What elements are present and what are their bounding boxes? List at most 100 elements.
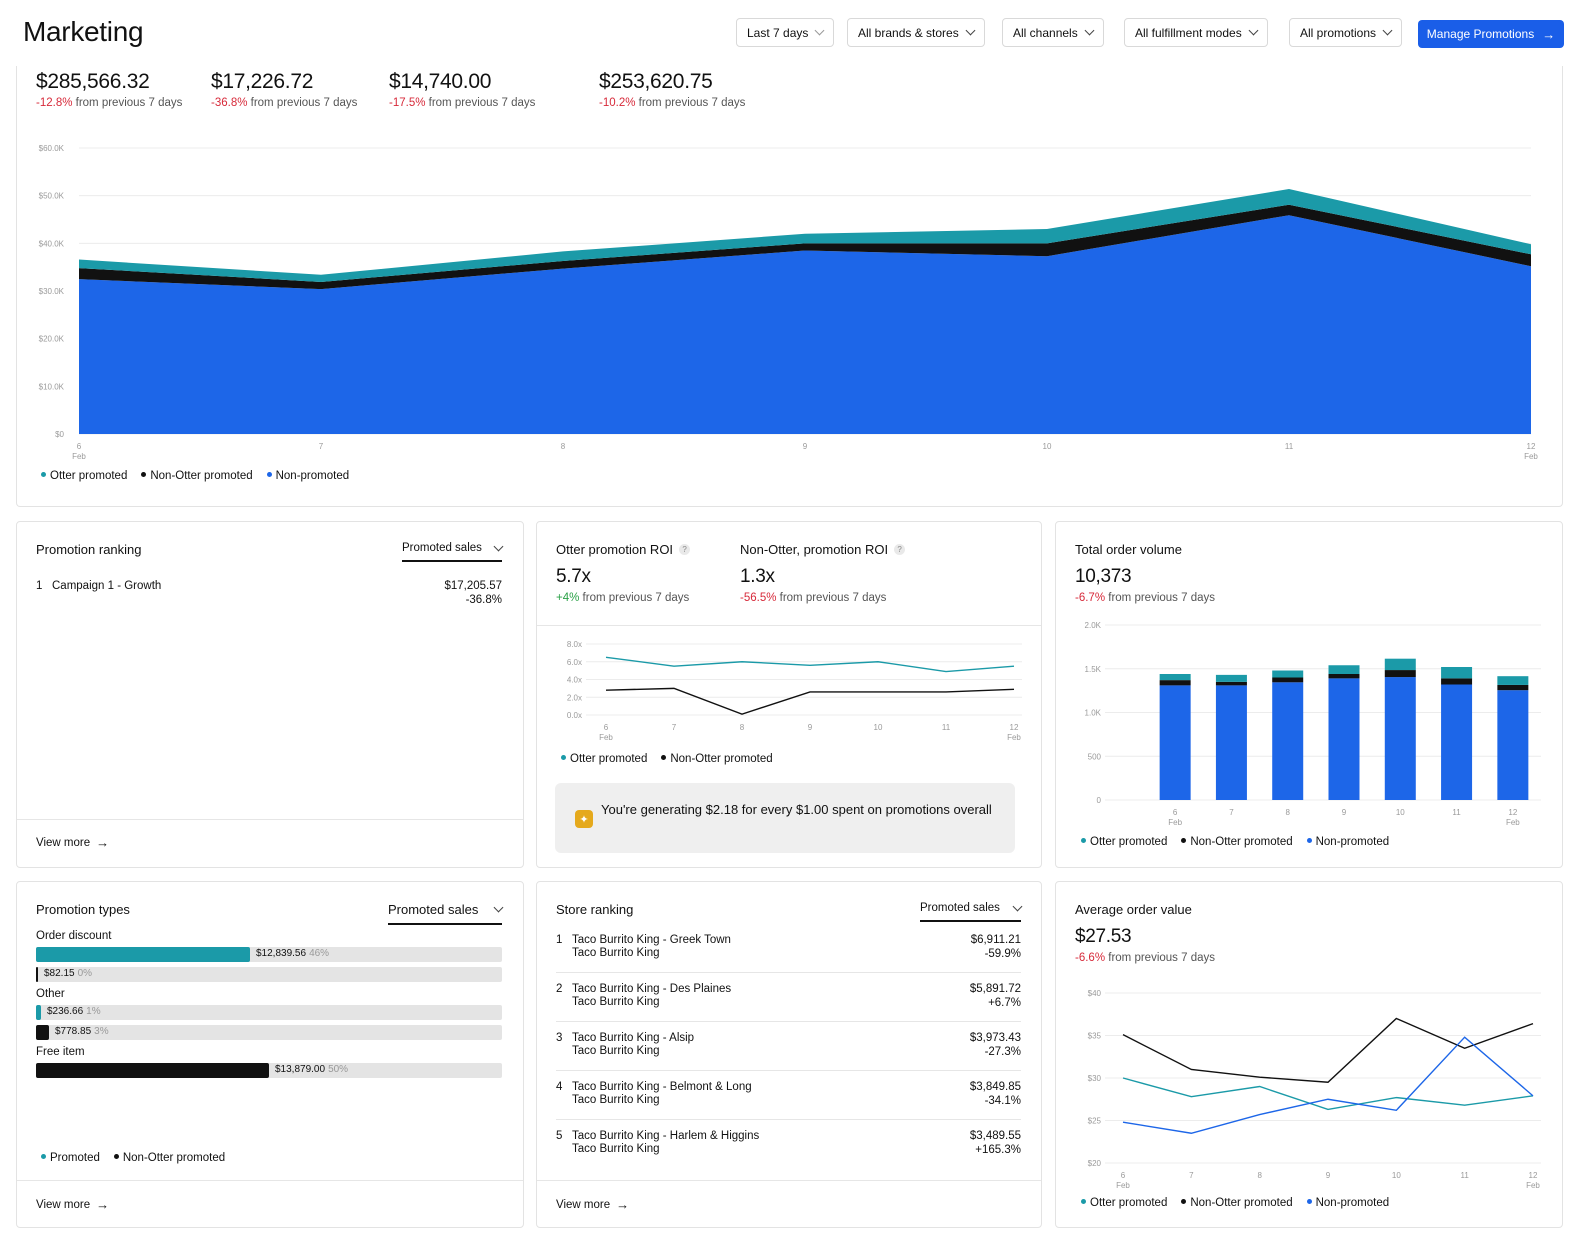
legend-promoted[interactable]: Promoted <box>41 1152 100 1164</box>
promo-type-bar-label: $82.15 0% <box>44 968 93 979</box>
bar-segment-non-otter-promoted <box>1328 674 1360 679</box>
store-ranking-sort-dropdown[interactable]: Promoted sales <box>920 901 1023 922</box>
x-tick-label: 7 <box>1189 1171 1194 1180</box>
otter-roi-change: +4% from previous 7 days <box>556 592 690 604</box>
divider <box>537 625 1041 626</box>
y-tick-label: $10.0K <box>39 382 65 391</box>
store-change: -34.1% <box>984 1095 1021 1107</box>
store-name[interactable]: Taco Burrito King - Harlem & Higgins <box>572 1130 759 1142</box>
chevron-down-icon <box>814 25 825 36</box>
brands-stores-filter[interactable]: All brands & stores <box>847 18 985 47</box>
store-name[interactable]: Taco Burrito King - Des Plaines <box>572 983 731 995</box>
promo-type-bar[interactable]: $778.85 3% <box>36 1025 502 1040</box>
channels-filter[interactable]: All channels <box>1002 18 1104 47</box>
bar-segment-otter-promoted <box>1384 658 1416 671</box>
divider <box>556 1021 1021 1022</box>
promotion-types-title: Promotion types <box>36 902 130 917</box>
sparkle-icon: ✦ <box>575 810 593 828</box>
bar-segment-otter-promoted <box>1159 674 1191 681</box>
x-tick-month-label: Feb <box>1007 733 1021 742</box>
promotion-ranking-view-more[interactable]: View more → <box>36 836 109 849</box>
promotions-filter[interactable]: All promotions <box>1289 18 1403 47</box>
x-tick-label: 11 <box>942 723 951 732</box>
store-value: $3,973.43 <box>969 1032 1021 1044</box>
legend-non-promoted[interactable]: Non-promoted <box>1306 836 1389 848</box>
promo-type-bar[interactable]: $236.66 1% <box>36 1005 502 1020</box>
promotion-ranking-card <box>16 521 524 868</box>
store-name[interactable]: Taco Burrito King - Alsip <box>572 1032 694 1044</box>
help-icon[interactable]: ? <box>679 544 691 556</box>
promotion-types-sort-dropdown[interactable]: Promoted sales <box>388 902 504 925</box>
arrow-right-icon: → <box>1542 26 1556 42</box>
y-tick-label: $60.0K <box>39 144 65 153</box>
date-range-filter[interactable]: Last 7 days <box>736 18 835 47</box>
help-icon[interactable]: ? <box>894 544 906 556</box>
bar-segment-otter-promoted <box>1441 667 1473 679</box>
legend-otter-promoted[interactable]: Otter promoted <box>1081 1197 1167 1209</box>
y-tick-label: 6.0x <box>567 658 582 667</box>
bar-segment-non-promoted <box>1215 685 1247 800</box>
x-tick-label: 7 <box>672 723 677 732</box>
store-ranking-title: Store ranking <box>556 902 634 917</box>
x-tick-label: 8 <box>740 723 745 732</box>
order-volume-bar-chart: 05001.0K1.5K2.0K6Feb7 8 9 10 11 12Feb <box>1085 621 1541 827</box>
x-tick-label: 6 <box>604 723 609 732</box>
y-tick-label: $40.0K <box>39 239 65 248</box>
promo-type-bar-fill <box>36 1025 49 1040</box>
store-name[interactable]: Taco Burrito King - Greek Town <box>572 934 731 946</box>
legend-non-otter-promoted[interactable]: Non-Otter promoted <box>1181 836 1293 848</box>
y-tick-label: $30 <box>1088 1074 1102 1083</box>
store-value: $6,911.21 <box>970 934 1021 946</box>
legend-non-otter-promoted[interactable]: Non-Otter promoted <box>141 470 253 482</box>
store-rank-number: 3 <box>556 1032 563 1044</box>
x-tick-label: 10 <box>874 723 883 732</box>
legend-non-promoted[interactable]: Non-promoted <box>1306 1197 1389 1209</box>
store-brand: Taco Burrito King <box>572 996 660 1008</box>
line-series-non-promoted <box>1122 1036 1534 1134</box>
store-name[interactable]: Taco Burrito King - Belmont & Long <box>572 1081 752 1093</box>
promo-type-bar[interactable]: $12,839.56 46% <box>36 947 502 962</box>
manage-promotions-button[interactable]: Manage Promotions → <box>1418 20 1564 48</box>
roi-line-chart: 0.0x2.0x4.0x6.0x8.0x6Feb7 8 9 10 11 12Feb <box>567 640 1022 742</box>
legend-otter-promoted[interactable]: Otter promoted <box>561 753 647 765</box>
store-brand: Taco Burrito King <box>572 1143 660 1155</box>
legend-non-otter-promoted[interactable]: Non-Otter promoted <box>113 1152 225 1164</box>
chevron-down-icon <box>1248 25 1259 36</box>
y-tick-label: $0 <box>55 430 64 439</box>
y-tick-label: $50.0K <box>39 192 65 201</box>
order-volume-change: -6.7% from previous 7 days <box>1075 592 1215 604</box>
x-tick-month-label: Feb <box>1524 452 1538 461</box>
otter-roi-value: 5.7x <box>556 566 591 587</box>
store-ranking-view-more[interactable]: View more → <box>556 1198 629 1211</box>
x-tick-label: 12 <box>1529 1171 1538 1180</box>
bar-segment-non-promoted <box>1384 677 1416 800</box>
promotion-ranking-sort-dropdown[interactable]: Promoted sales <box>402 541 504 562</box>
bar-segment-otter-promoted <box>1328 665 1360 674</box>
promo-type-bar[interactable]: $82.15 0% <box>36 967 502 982</box>
manage-promotions-label: Manage Promotions <box>1426 27 1535 41</box>
y-tick-label: $30.0K <box>39 287 65 296</box>
y-tick-label: $20 <box>1088 1159 1102 1168</box>
x-tick-label: 10 <box>1392 1171 1401 1180</box>
x-tick-month-label: Feb <box>72 452 86 461</box>
promo-type-bar-fill <box>36 1063 269 1078</box>
fulfillment-modes-filter[interactable]: All fulfillment modes <box>1124 18 1268 47</box>
promotion-name[interactable]: Campaign 1 - Growth <box>52 580 161 592</box>
legend-otter-promoted[interactable]: Otter promoted <box>1081 836 1167 848</box>
roi-chart-legend: Otter promoted Non-Otter promoted <box>561 753 773 765</box>
arrow-right-icon: → <box>96 835 110 850</box>
legend-non-otter-promoted[interactable]: Non-Otter promoted <box>661 753 773 765</box>
bar-segment-non-otter-promoted <box>1272 677 1304 683</box>
bar-segment-non-otter-promoted <box>1384 670 1416 678</box>
legend-non-promoted[interactable]: Non-promoted <box>266 470 349 482</box>
chevron-down-icon <box>1012 901 1023 911</box>
promotion-types-view-more[interactable]: View more → <box>36 1198 109 1211</box>
store-brand: Taco Burrito King <box>572 1045 660 1057</box>
legend-non-otter-promoted[interactable]: Non-Otter promoted <box>1181 1197 1293 1209</box>
promo-type-bar[interactable]: $13,879.00 50% <box>36 1063 502 1078</box>
legend-otter-promoted[interactable]: Otter promoted <box>41 470 127 482</box>
y-tick-label: 0 <box>1097 796 1102 805</box>
chevron-down-icon <box>493 902 504 913</box>
arrow-right-icon: → <box>616 1197 630 1212</box>
chevron-down-icon <box>493 541 504 551</box>
